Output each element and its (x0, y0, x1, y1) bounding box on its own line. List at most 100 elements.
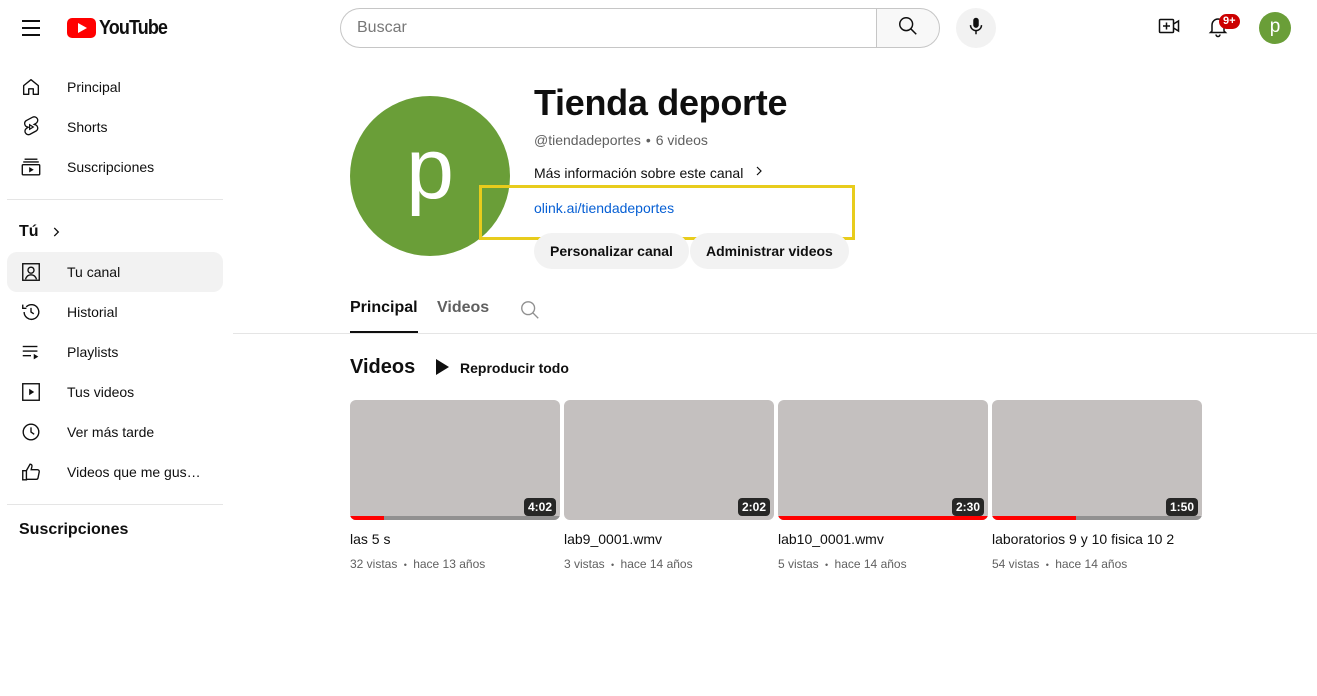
play-all-button[interactable]: Reproducir todo (434, 357, 569, 379)
video-title[interactable]: lab9_0001.wmv (564, 530, 774, 548)
watch-progress-fill (992, 516, 1076, 520)
account-avatar[interactable]: p (1259, 12, 1291, 44)
meta-separator: • (611, 560, 615, 570)
channel-video-count: 6 videos (655, 132, 708, 148)
video-card[interactable]: 4:02 las 5 s 32 vistas • hace 13 años (350, 400, 560, 571)
video-age: hace 14 años (620, 557, 693, 571)
customize-channel-button[interactable]: Personalizar canal (534, 233, 689, 269)
sidebar-subscriptions-heading: Suscripciones (19, 521, 129, 538)
microphone-icon (965, 15, 987, 42)
video-card[interactable]: 2:02 lab9_0001.wmv 3 vistas • hace 14 añ… (564, 400, 774, 571)
sidebar-item-your-channel[interactable]: Tu canal (7, 252, 223, 292)
video-thumbnail[interactable]: 1:50 (992, 400, 1202, 520)
sidebar-item-liked-videos[interactable]: Videos que me gus… (7, 452, 223, 492)
video-meta: 54 vistas • hace 14 años (992, 557, 1202, 571)
sidebar-divider (7, 199, 223, 200)
videos-section-title: Videos (350, 356, 416, 378)
channel-handle: @tiendadeportes (534, 132, 641, 148)
channel-meta: @tiendadeportes • 6 videos (534, 132, 708, 148)
video-views: 3 vistas (564, 557, 605, 571)
sidebar-item-label: Suscripciones (67, 159, 155, 175)
video-title[interactable]: las 5 s (350, 530, 560, 548)
you-heading-label: Tú (19, 223, 39, 240)
sidebar-item-label: Historial (67, 304, 118, 320)
guide-menu-button[interactable] (15, 12, 47, 44)
link-highlight-box (479, 185, 855, 240)
menu-line (22, 34, 40, 36)
video-thumbnail[interactable]: 2:02 (564, 400, 774, 520)
meta-separator: • (403, 560, 407, 570)
play-all-label: Reproducir todo (460, 360, 569, 376)
video-grid: 4:02 las 5 s 32 vistas • hace 13 años 2:… (350, 400, 1202, 571)
notification-count-badge: 9+ (1219, 14, 1240, 29)
video-title[interactable]: lab10_0001.wmv (778, 530, 988, 548)
sidebar-item-principal[interactable]: Principal (7, 67, 223, 107)
sidebar-item-label: Tu canal (67, 264, 121, 280)
video-age: hace 14 años (1055, 557, 1128, 571)
sidebar-item-label: Playlists (67, 344, 119, 360)
channel-more-info-link[interactable]: Más información sobre este canal (534, 164, 765, 181)
sidebar: Principal Shorts Suscripciones Tú Tu can… (7, 67, 223, 543)
video-thumbnail[interactable]: 2:30 (778, 400, 988, 520)
voice-search-button[interactable] (956, 8, 996, 48)
video-views: 5 vistas (778, 557, 819, 571)
sidebar-item-label: Shorts (67, 119, 108, 135)
sidebar-item-history[interactable]: Historial (7, 292, 223, 332)
sidebar-item-shorts[interactable]: Shorts (7, 107, 223, 147)
sidebar-divider (7, 504, 223, 505)
watch-progress-track (778, 516, 988, 520)
search-icon (897, 15, 919, 42)
sidebar-item-subscriptions[interactable]: Suscripciones (7, 147, 223, 187)
sidebar-item-playlists[interactable]: Playlists (7, 332, 223, 372)
video-meta: 5 vistas • hace 14 años (778, 557, 988, 571)
sidebar-item-label: Tus videos (67, 384, 135, 400)
create-button[interactable] (1149, 8, 1189, 48)
menu-line (22, 27, 40, 29)
video-age: hace 13 años (413, 557, 486, 571)
sidebar-item-your-videos[interactable]: Tus videos (7, 372, 223, 412)
meta-separator: • (1045, 560, 1049, 570)
playlists-icon (19, 340, 43, 364)
create-video-icon (1157, 14, 1181, 43)
search-icon (519, 301, 541, 325)
video-card[interactable]: 1:50 laboratorios 9 y 10 fisica 10 2 54 … (992, 400, 1202, 571)
video-meta: 32 vistas • hace 13 años (350, 557, 560, 571)
channel-icon (19, 260, 43, 284)
video-thumbnail[interactable]: 4:02 (350, 400, 560, 520)
video-meta: 3 vistas • hace 14 años (564, 557, 774, 571)
your-videos-icon (19, 380, 43, 404)
video-duration: 1:50 (1165, 498, 1198, 516)
more-info-label: Más información sobre este canal (534, 164, 744, 181)
chevron-right-icon (753, 164, 765, 181)
subscriptions-icon (19, 155, 43, 179)
thumbs-up-icon (19, 460, 43, 484)
sidebar-item-watch-later[interactable]: Ver más tarde (7, 412, 223, 452)
channel-search-button[interactable] (519, 299, 541, 326)
play-icon (434, 358, 450, 379)
watch-later-icon (19, 420, 43, 444)
channel-name: Tienda deporte (534, 82, 788, 123)
search-input[interactable] (340, 8, 876, 48)
shorts-icon (19, 115, 43, 139)
meta-separator: • (645, 132, 651, 148)
home-icon (19, 75, 43, 99)
logo-text: YouTube (99, 16, 168, 39)
video-card[interactable]: 2:30 lab10_0001.wmv 5 vistas • hace 14 a… (778, 400, 988, 571)
video-duration: 2:02 (737, 498, 770, 516)
tabs-divider (233, 333, 1317, 334)
manage-videos-button[interactable]: Administrar videos (690, 233, 849, 269)
video-title[interactable]: laboratorios 9 y 10 fisica 10 2 (992, 530, 1202, 548)
search-button[interactable] (876, 8, 940, 48)
history-icon (19, 300, 43, 324)
tab-videos[interactable]: Videos (437, 299, 489, 333)
tab-principal[interactable]: Principal (350, 299, 418, 333)
youtube-logo[interactable]: YouTube (67, 16, 175, 40)
sidebar-you-heading[interactable]: Tú (7, 212, 223, 252)
watch-progress-fill (350, 516, 384, 520)
watch-progress-track (350, 516, 560, 520)
meta-separator: • (825, 560, 829, 570)
menu-line (22, 20, 40, 22)
video-age: hace 14 años (834, 557, 907, 571)
video-views: 32 vistas (350, 557, 398, 571)
sidebar-item-label: Principal (67, 79, 121, 95)
